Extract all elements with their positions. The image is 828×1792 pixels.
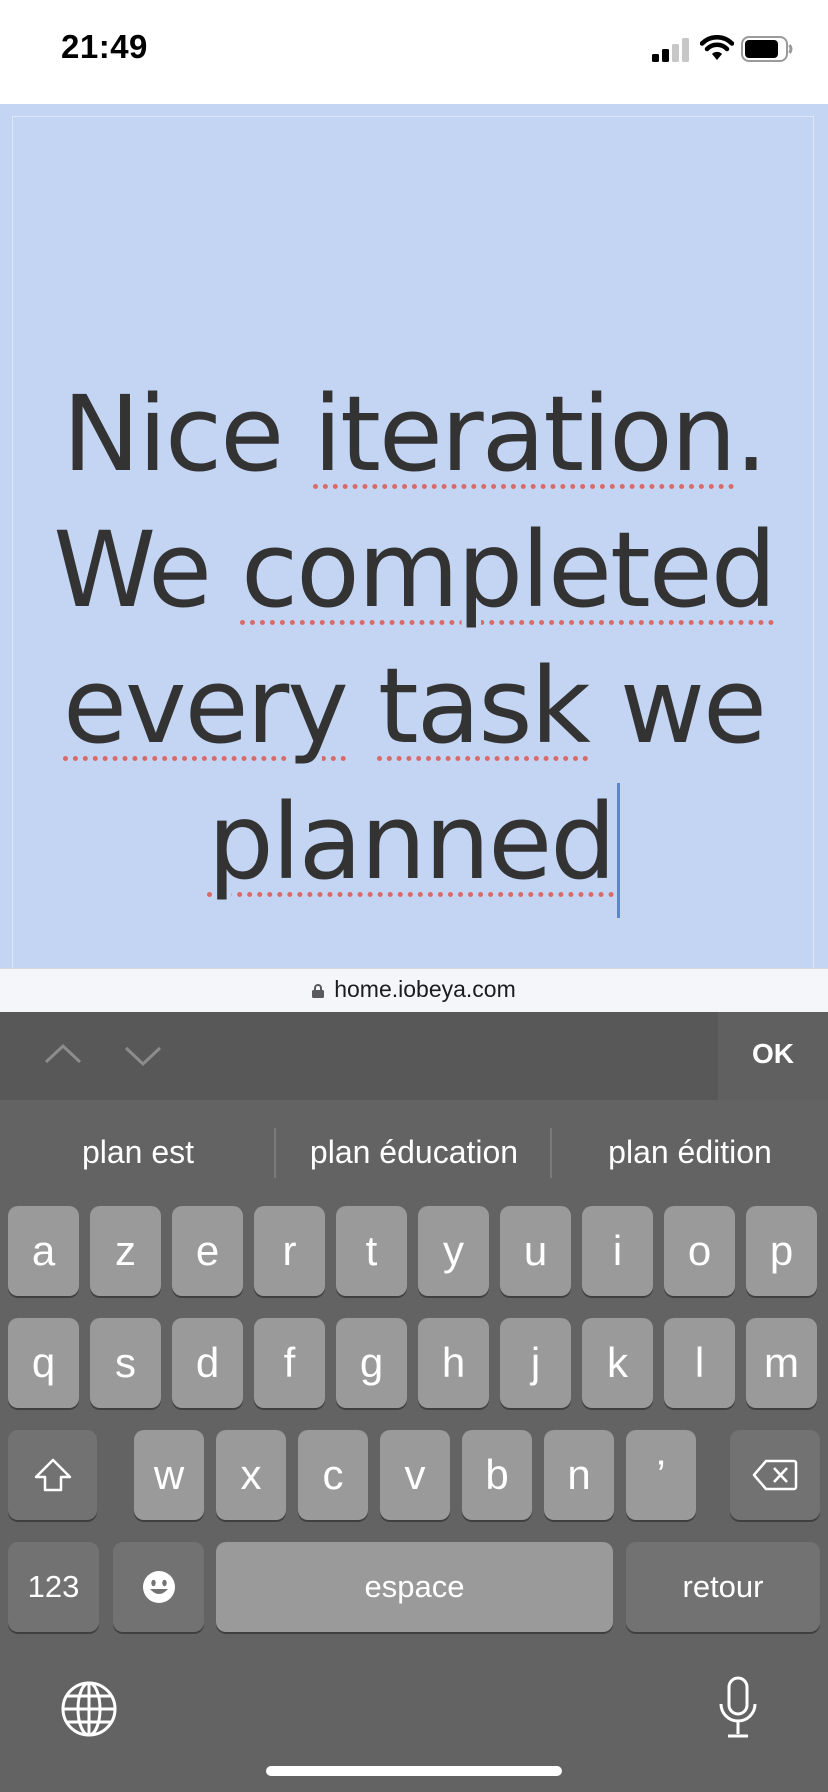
backspace-key[interactable]: [730, 1430, 820, 1520]
shift-key[interactable]: [8, 1430, 97, 1520]
keyboard-toolbar: OK: [0, 1012, 828, 1100]
letter-key[interactable]: c: [298, 1430, 368, 1520]
letter-key[interactable]: h: [418, 1318, 489, 1408]
letter-key[interactable]: n: [544, 1430, 614, 1520]
letter-key[interactable]: a: [8, 1206, 79, 1296]
shift-icon: [34, 1458, 71, 1492]
note-text-segment: We: [53, 509, 241, 631]
letter-key[interactable]: w: [134, 1430, 204, 1520]
note-text-line: every task we: [40, 638, 788, 774]
misspelled-word: completed: [240, 509, 777, 631]
misspelled-word: task: [377, 645, 591, 767]
microphone-icon[interactable]: [716, 1676, 760, 1740]
letter-key[interactable]: i: [582, 1206, 653, 1296]
suggestion-bar: plan est plan éducation plan édition: [0, 1100, 828, 1200]
note-text-line: Nice iteration.: [40, 366, 788, 502]
letter-key[interactable]: g: [336, 1318, 407, 1408]
ok-button[interactable]: OK: [718, 1038, 828, 1070]
ok-button-area[interactable]: OK: [718, 1012, 828, 1100]
note-text-editor[interactable]: Nice iteration. We completed every task we…: [40, 366, 788, 918]
cellular-signal-icon: [652, 38, 689, 62]
letter-key[interactable]: y: [418, 1206, 489, 1296]
next-field-chevron-down-icon[interactable]: [120, 1032, 166, 1078]
backspace-icon: [752, 1459, 798, 1491]
letter-key[interactable]: b: [462, 1430, 532, 1520]
globe-icon[interactable]: [60, 1680, 118, 1738]
lock-icon: [312, 984, 325, 998]
letter-key[interactable]: o: [664, 1206, 735, 1296]
letter-key[interactable]: e: [172, 1206, 243, 1296]
letter-key[interactable]: f: [254, 1318, 325, 1408]
return-key[interactable]: retour: [626, 1542, 820, 1632]
note-text-segment: [347, 645, 378, 767]
note-text-line: planned: [40, 774, 788, 918]
space-key[interactable]: espace: [216, 1542, 613, 1632]
note-text-segment: .: [734, 373, 768, 495]
numbers-key[interactable]: 123: [8, 1542, 99, 1632]
url-bar[interactable]: home.iobeya.com: [0, 968, 828, 1013]
misspelled-word: planned: [207, 781, 616, 903]
letter-key[interactable]: p: [746, 1206, 817, 1296]
letter-key[interactable]: s: [90, 1318, 161, 1408]
misspelled-word: every: [63, 645, 349, 767]
letter-key[interactable]: d: [172, 1318, 243, 1408]
letter-key[interactable]: v: [380, 1430, 450, 1520]
letter-key[interactable]: m: [746, 1318, 817, 1408]
letter-key[interactable]: q: [8, 1318, 79, 1408]
letter-key[interactable]: j: [500, 1318, 571, 1408]
letter-key[interactable]: x: [216, 1430, 286, 1520]
letter-key[interactable]: k: [582, 1318, 653, 1408]
suggestion-item[interactable]: plan édition: [552, 1134, 828, 1171]
text-cursor: [617, 783, 621, 918]
home-indicator: [266, 1766, 562, 1776]
sticky-note[interactable]: Nice iteration. We completed every task we…: [0, 104, 828, 976]
emoji-icon: [142, 1571, 175, 1603]
wifi-icon: [700, 35, 734, 60]
status-time: 21:49: [61, 28, 148, 65]
misspelled-word: iteration: [313, 373, 736, 495]
letter-key[interactable]: t: [336, 1206, 407, 1296]
battery-icon: [741, 36, 793, 62]
letter-key[interactable]: z: [90, 1206, 161, 1296]
suggestion-item[interactable]: plan est: [0, 1134, 276, 1171]
status-bar: 21:49: [0, 0, 828, 104]
letter-key[interactable]: ’: [626, 1430, 696, 1520]
letter-key[interactable]: u: [500, 1206, 571, 1296]
emoji-key[interactable]: [113, 1542, 204, 1632]
note-text-segment: we: [588, 645, 767, 767]
url-text: home.iobeya.com: [334, 976, 516, 1002]
note-text-line: We completed: [40, 502, 788, 638]
previous-field-chevron-up-icon[interactable]: [40, 1032, 86, 1078]
letter-key[interactable]: r: [254, 1206, 325, 1296]
suggestion-item[interactable]: plan éducation: [276, 1134, 552, 1171]
letter-key[interactable]: l: [664, 1318, 735, 1408]
note-text-segment: Nice: [62, 373, 314, 495]
